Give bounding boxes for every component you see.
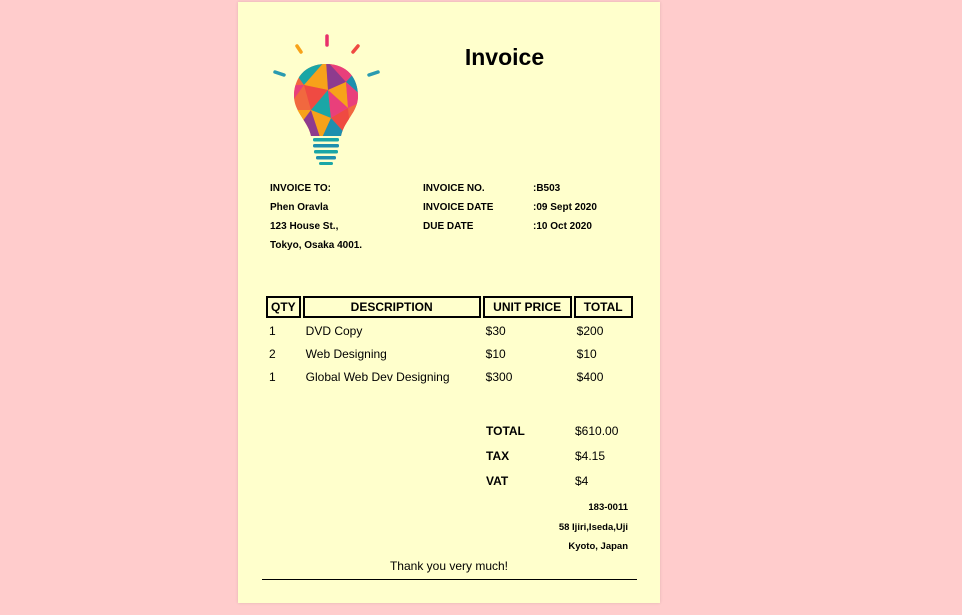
vat-value: $4	[575, 474, 589, 488]
vat-row: VAT $4	[486, 469, 618, 494]
unit-price-header: UNIT PRICE	[482, 296, 572, 318]
address-street: 58 Ijiri,Iseda,Uji	[558, 521, 628, 533]
invoice-detail-values: :B503 :09 Sept 2020 :10 Oct 2020	[533, 179, 597, 236]
table-row: 1 DVD Copy $30 $200	[266, 320, 633, 341]
total-row: TOTAL $610.00	[486, 419, 618, 444]
description-cell: DVD Copy	[305, 323, 363, 338]
total-value: $610.00	[575, 424, 619, 438]
tax-label: TAX	[486, 449, 510, 463]
total-cell: $10	[576, 346, 597, 361]
total-cell: $200	[576, 323, 604, 338]
qty-cell: 1	[269, 369, 276, 384]
invoice-title: Invoice	[464, 44, 545, 70]
address-postcode: 183-0011	[588, 502, 628, 513]
bill-to-name: Phen Oravla	[270, 202, 329, 213]
qty-header: QTY	[266, 296, 301, 318]
description-cell: Web Designing	[305, 346, 387, 361]
thank-you-note: Thank you very much!	[389, 559, 509, 573]
table-row: 2 Web Designing $10 $10	[266, 343, 633, 364]
unit-price-cell: $10	[485, 346, 506, 361]
footer-divider	[262, 579, 637, 580]
description-header: DESCRIPTION	[302, 296, 481, 318]
due-date-label: DUE DATE	[423, 221, 474, 232]
items-table-header: QTY DESCRIPTION UNIT PRICE TOTAL	[266, 296, 633, 318]
totals-block: TOTAL $610.00 TAX $4.15 VAT $4	[486, 419, 618, 494]
company-address: 183-0011 58 Ijiri,Iseda,Uji Kyoto, Japan	[559, 498, 628, 557]
invoice-detail-labels: INVOICE NO. INVOICE DATE DUE DATE	[423, 179, 493, 236]
table-row: 1 Global Web Dev Designing $300 $400	[266, 366, 633, 387]
unit-price-cell: $300	[485, 369, 513, 384]
bill-to-city: Tokyo, Osaka 4001.	[270, 240, 363, 251]
bill-to-heading: INVOICE TO:	[270, 183, 331, 194]
unit-price-cell: $30	[485, 323, 506, 338]
due-date-value: :10 Oct 2020	[533, 221, 592, 232]
vat-label: VAT	[486, 474, 509, 488]
address-city: Kyoto, Japan	[568, 541, 628, 552]
invoice-number-label: INVOICE NO.	[423, 183, 485, 194]
total-header: TOTAL	[573, 296, 633, 318]
invoice-date-label: INVOICE DATE	[423, 202, 494, 213]
description-cell: Global Web Dev Designing	[305, 369, 450, 384]
invoice-sheet: Invoice INVOICE TO: Phen Oravla 123 Hous…	[238, 2, 660, 603]
total-label: TOTAL	[486, 424, 525, 438]
tax-row: TAX $4.15	[486, 444, 618, 469]
qty-cell: 2	[269, 346, 276, 361]
items-table: QTY DESCRIPTION UNIT PRICE TOTAL 1 DVD C…	[264, 294, 635, 389]
total-cell: $400	[576, 369, 604, 384]
bill-to-block: INVOICE TO: Phen Oravla 123 House St., T…	[270, 179, 362, 255]
bill-to-street: 123 House St.,	[270, 221, 339, 232]
tax-value: $4.15	[575, 449, 606, 463]
invoice-date-value: :09 Sept 2020	[533, 202, 597, 213]
qty-cell: 1	[269, 323, 276, 338]
invoice-number-value: :B503	[533, 183, 561, 194]
